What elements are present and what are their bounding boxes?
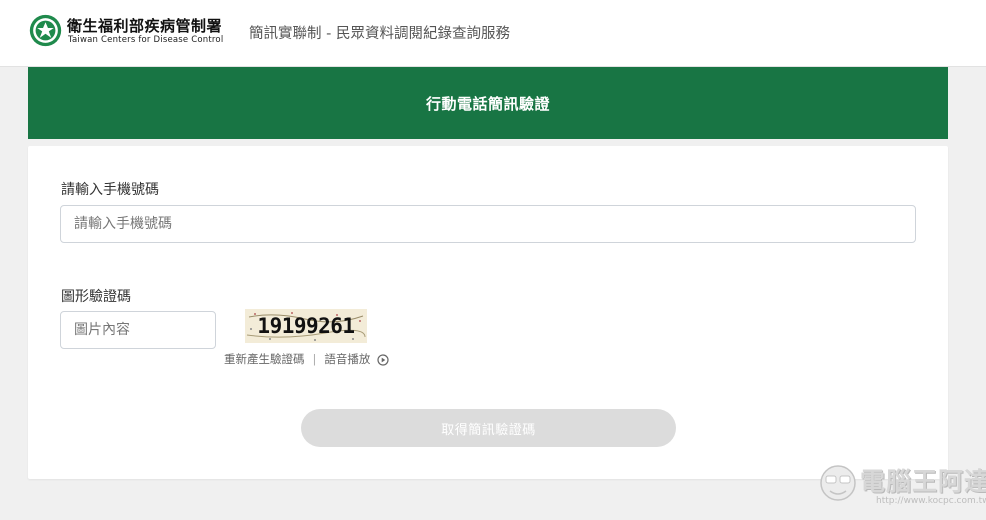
cdc-logo-icon[interactable]: [29, 14, 62, 47]
captcha-image: 19199261: [245, 309, 367, 343]
org-name-en[interactable]: Taiwan Centers for Disease Control: [68, 35, 223, 45]
site-header: 衛生福利部疾病管制署 Taiwan Centers for Disease Co…: [0, 0, 986, 67]
phone-label: 請輸入手機號碼: [61, 182, 159, 198]
mascot-icon: [820, 465, 856, 501]
org-name[interactable]: 衛生福利部疾病管制署: [67, 15, 222, 36]
audio-play-label: 語音播放: [324, 352, 371, 366]
verification-banner: 行動電話簡訊驗證: [28, 67, 948, 139]
watermark-url: http://www.kocpc.com.tw: [876, 496, 986, 506]
form-card: 請輸入手機號碼 圖形驗證碼 19199261 重新產生驗證碼 | 語音播放 取得…: [28, 146, 948, 479]
captcha-label: 圖形驗證碼: [61, 289, 131, 305]
banner-title: 行動電話簡訊驗證: [425, 94, 550, 113]
captcha-text: 19199261: [257, 314, 355, 338]
regenerate-captcha-link[interactable]: 重新產生驗證碼: [224, 351, 305, 367]
watermark: 電腦王阿達 http://www.kocpc.com.tw: [818, 458, 986, 520]
captcha-input[interactable]: [60, 311, 216, 349]
get-sms-code-button[interactable]: 取得簡訊驗證碼: [301, 409, 676, 447]
captcha-actions: 重新產生驗證碼 | 語音播放: [224, 351, 389, 367]
watermark-text: 電腦王阿達: [860, 467, 986, 496]
separator: |: [312, 352, 317, 366]
phone-input[interactable]: [60, 205, 916, 243]
play-circle-icon: [377, 353, 389, 366]
service-title: 簡訊實聯制 - 民眾資料調閱紀錄查詢服務: [249, 26, 510, 42]
audio-play-link[interactable]: 語音播放: [324, 351, 389, 367]
